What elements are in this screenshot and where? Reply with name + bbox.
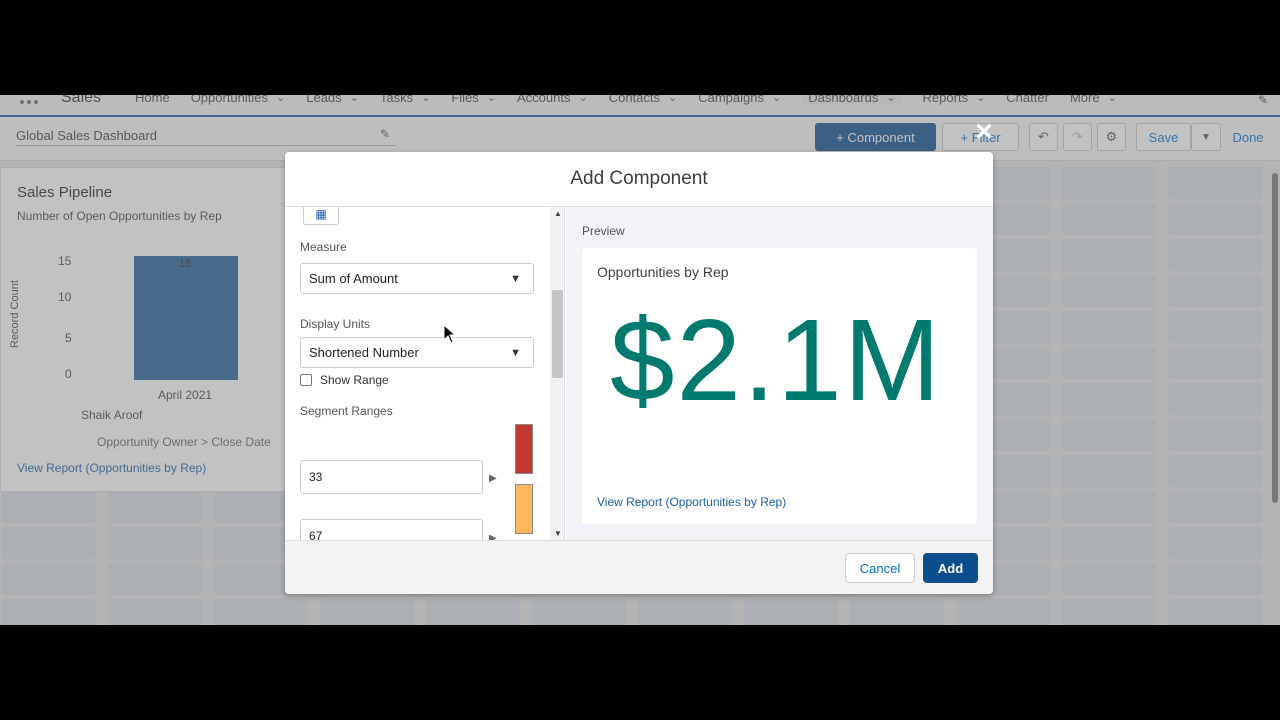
preview-pane: Preview Opportunities by Rep $2.1M View … bbox=[566, 207, 993, 540]
display-units-value: Shortened Number bbox=[309, 345, 419, 360]
segment-color-mid[interactable] bbox=[515, 484, 533, 534]
chevron-down-icon: ▼ bbox=[510, 347, 521, 359]
cancel-button[interactable]: Cancel bbox=[845, 553, 915, 583]
show-range-label: Show Range bbox=[320, 373, 389, 387]
table-view-icon[interactable]: ▦ bbox=[303, 207, 339, 225]
add-component-modal: Add Component ▦ Measure Sum of Amount ▼ … bbox=[285, 152, 993, 594]
triangle-right-icon: ▶ bbox=[489, 533, 497, 540]
range-input-2[interactable]: 67 bbox=[300, 519, 483, 540]
close-modal-icon[interactable]: ✕ bbox=[974, 118, 994, 147]
segment-ranges-label: Segment Ranges bbox=[300, 404, 393, 418]
chevron-down-icon: ▼ bbox=[510, 273, 521, 285]
page-scrollbar[interactable] bbox=[1272, 173, 1278, 503]
mouse-cursor-icon bbox=[443, 324, 457, 344]
range-input-1[interactable]: 33 bbox=[300, 460, 483, 494]
add-button[interactable]: Add bbox=[923, 553, 978, 583]
scroll-up-icon[interactable]: ▲ bbox=[554, 209, 562, 218]
preview-view-report-link[interactable]: View Report (Opportunities by Rep) bbox=[597, 495, 786, 509]
display-units-select[interactable]: Shortened Number ▼ bbox=[300, 337, 534, 368]
preview-card: Opportunities by Rep $2.1M View Report (… bbox=[582, 248, 977, 524]
preview-metric: $2.1M bbox=[610, 295, 943, 425]
segment-color-low[interactable] bbox=[515, 424, 533, 474]
modal-title: Add Component bbox=[285, 152, 993, 207]
triangle-right-icon: ▶ bbox=[489, 473, 497, 484]
show-range-checkbox[interactable] bbox=[300, 374, 312, 386]
settings-scrollbar[interactable]: ▲ ▼ bbox=[550, 207, 564, 540]
measure-select[interactable]: Sum of Amount ▼ bbox=[300, 263, 534, 294]
preview-title: Opportunities by Rep bbox=[597, 264, 729, 280]
scroll-thumb[interactable] bbox=[552, 290, 563, 378]
modal-body: ▦ Measure Sum of Amount ▼ Display Units … bbox=[285, 207, 993, 540]
preview-label: Preview bbox=[582, 224, 625, 238]
display-units-label: Display Units bbox=[300, 317, 371, 331]
measure-value: Sum of Amount bbox=[309, 271, 398, 286]
measure-label: Measure bbox=[300, 240, 347, 254]
modal-footer: Cancel Add bbox=[285, 540, 993, 594]
scroll-down-icon[interactable]: ▼ bbox=[554, 529, 562, 538]
show-range-row[interactable]: Show Range bbox=[300, 373, 389, 387]
component-settings-pane: ▦ Measure Sum of Amount ▼ Display Units … bbox=[285, 207, 565, 540]
